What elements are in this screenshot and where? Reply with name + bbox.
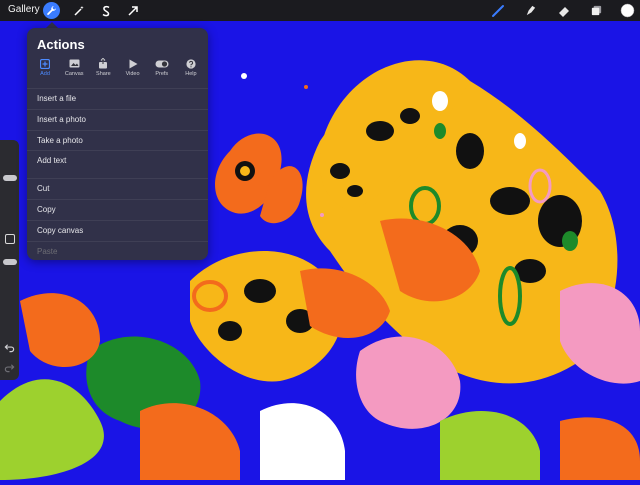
tab-add-label: Add [40,71,50,77]
wrench-icon[interactable] [43,2,60,19]
insert-file-item[interactable]: Insert a file [27,88,208,109]
color-swatch-icon[interactable] [619,2,636,19]
layers-icon[interactable] [588,2,605,19]
brush-sidebar [0,140,19,380]
tab-prefs[interactable]: Prefs [148,58,176,80]
actions-menu: Insert a file Insert a photo Take a phot… [27,88,208,261]
redo-icon[interactable] [4,362,15,373]
video-play-icon [129,59,138,68]
tab-help[interactable]: Help [177,58,205,80]
take-photo-item[interactable]: Take a photo [27,129,208,151]
cut-item[interactable]: Cut [27,178,208,199]
share-icon [99,58,108,69]
brush-icon[interactable] [489,2,506,19]
tab-share[interactable]: Share [89,58,117,80]
help-icon [186,58,196,69]
add-text-item[interactable]: Add text [27,150,208,171]
smudge-icon[interactable] [522,2,539,19]
modify-button[interactable] [5,234,15,244]
top-toolbar: Gallery [0,0,640,21]
copy-canvas-item[interactable]: Copy canvas [27,219,208,241]
actions-title: Actions [37,37,85,52]
actions-panel: Actions Add Canvas Share Video Prefs Hel… [27,28,208,260]
insert-photo-item[interactable]: Insert a photo [27,108,208,130]
magic-wand-icon[interactable] [70,2,87,19]
selection-s-icon[interactable] [97,2,114,19]
tab-share-label: Share [96,71,111,77]
tab-video[interactable]: Video [119,58,147,80]
canvas-icon [69,59,80,68]
menu-separator [27,171,208,178]
transform-arrow-icon[interactable] [124,2,141,19]
tab-prefs-label: Prefs [155,71,169,77]
actions-tabs: Add Canvas Share Video Prefs Help [31,58,205,80]
brush-size-slider[interactable] [3,175,17,181]
add-icon [40,58,50,69]
tab-video-label: Video [125,71,140,77]
tab-help-label: Help [185,71,197,77]
tab-add[interactable]: Add [31,58,59,80]
toggle-icon [155,60,169,67]
gallery-button[interactable]: Gallery [8,4,40,15]
tab-canvas[interactable]: Canvas [60,58,88,80]
eraser-icon[interactable] [555,2,572,19]
tab-canvas-label: Canvas [64,71,84,77]
copy-item[interactable]: Copy [27,198,208,220]
brush-opacity-slider[interactable] [3,259,17,265]
undo-icon[interactable] [4,342,15,353]
paste-item: Paste [27,240,208,262]
